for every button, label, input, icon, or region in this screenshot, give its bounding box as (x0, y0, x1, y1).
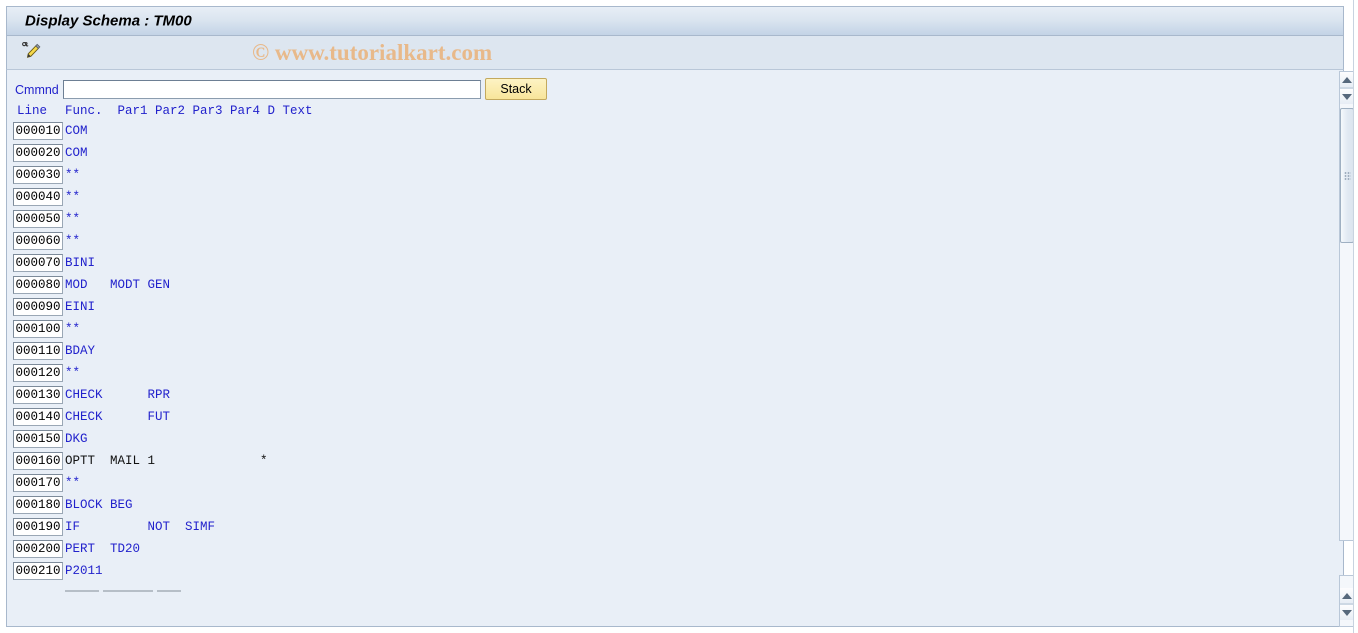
table-row: BDAY (7, 342, 1327, 364)
partial-field-3 (157, 590, 181, 592)
partial-field-2 (103, 590, 153, 592)
row-line-number-input[interactable] (13, 364, 63, 382)
row-content: COM (65, 146, 88, 160)
row-content: ** (65, 366, 81, 380)
table-row: COM (7, 122, 1327, 144)
row-content: MOD MODT GEN (65, 278, 171, 292)
row-content: ** (65, 322, 81, 336)
row-line-number-input[interactable] (13, 122, 63, 140)
scroll-down-arrow-icon (1342, 609, 1352, 616)
table-row: ** (7, 166, 1327, 188)
row-line-number-input[interactable] (13, 144, 63, 162)
scroll-up-button-secondary[interactable] (1340, 588, 1354, 604)
page-right-edge (1353, 0, 1358, 633)
table-row: P2011 (7, 562, 1327, 584)
row-line-number-input[interactable] (13, 562, 63, 580)
table-row: PERT TD20 (7, 540, 1327, 562)
row-content: CHECK FUT (65, 410, 171, 424)
table-row: COM (7, 144, 1327, 166)
scrollbar-grip-icon (1344, 171, 1351, 180)
row-content: ** (65, 212, 81, 226)
row-line-number-input[interactable] (13, 276, 63, 294)
row-line-number-input[interactable] (13, 386, 63, 404)
table-row: ** (7, 188, 1327, 210)
scroll-up-arrow-icon (1342, 592, 1352, 599)
schema-editor-body: Cmmnd Stack Line Func. Par1 Par2 Par3 Pa… (6, 70, 1344, 627)
row-line-number-input[interactable] (13, 430, 63, 448)
row-line-number-input[interactable] (13, 540, 63, 558)
row-content: BDAY (65, 344, 96, 358)
row-content: DKG (65, 432, 88, 446)
scrollbar-thumb[interactable] (1340, 108, 1354, 243)
table-row: BLOCK BEG (7, 496, 1327, 518)
row-line-number-input[interactable] (13, 320, 63, 338)
schema-rows: COM COM ** ** ** ** BINI MOD MODT GEN EINI ** BDAY… (7, 122, 1327, 584)
scroll-down-button-secondary[interactable] (1340, 604, 1354, 620)
row-content: ** (65, 476, 81, 490)
row-line-number-input[interactable] (13, 342, 63, 360)
schema-lines-grid: Line Func. Par1 Par2 Par3 Par4 D Text CO… (7, 104, 1327, 594)
row-line-number-input[interactable] (13, 166, 63, 184)
row-line-number-input[interactable] (13, 254, 63, 272)
table-row: CHECK FUT (7, 408, 1327, 430)
row-content: BINI (65, 256, 96, 270)
scroll-up-arrow-icon (1342, 76, 1352, 83)
command-input[interactable] (63, 80, 481, 99)
table-row: MOD MODT GEN (7, 276, 1327, 298)
row-line-number-input[interactable] (13, 518, 63, 536)
table-row: ** (7, 232, 1327, 254)
sap-display-schema-window: Display Schema : TM00 © www.tutorialkart… (0, 0, 1358, 633)
command-field-label: Cmmnd (15, 83, 59, 97)
application-toolbar: © www.tutorialkart.com (6, 36, 1344, 70)
table-row: ** (7, 210, 1327, 232)
row-line-number-input[interactable] (13, 496, 63, 514)
row-line-number-input[interactable] (13, 232, 63, 250)
table-row: ** (7, 474, 1327, 496)
row-content: PERT TD20 (65, 542, 141, 556)
stack-button[interactable]: Stack (485, 78, 547, 100)
table-row: BINI (7, 254, 1327, 276)
row-content: IF NOT SIMF (65, 520, 216, 534)
table-row-partial (7, 584, 1327, 594)
column-header-line: Line (17, 104, 48, 118)
row-content: ** (65, 168, 81, 182)
row-line-number-input[interactable] (13, 188, 63, 206)
row-content: CHECK RPR (65, 388, 171, 402)
row-content: COM (65, 124, 88, 138)
table-row: ** (7, 320, 1327, 342)
table-row: CHECK RPR (7, 386, 1327, 408)
table-row: DKG (7, 430, 1327, 452)
site-watermark: © www.tutorialkart.com (252, 39, 493, 65)
scroll-down-arrow-icon (1342, 93, 1352, 100)
row-content: EINI (65, 300, 96, 314)
change-mode-button[interactable] (14, 40, 50, 65)
table-row: OPTT MAIL 1 * (7, 452, 1327, 474)
window-title-bar: Display Schema : TM00 (6, 6, 1344, 36)
row-line-number-input[interactable] (13, 452, 63, 470)
grid-column-headers: Line Func. Par1 Par2 Par3 Par4 D Text (7, 104, 1327, 122)
table-row: EINI (7, 298, 1327, 320)
row-line-number-input[interactable] (13, 210, 63, 228)
row-line-number-input[interactable] (13, 474, 63, 492)
page-title: Display Schema : TM00 (25, 12, 192, 30)
row-content: BLOCK BEG (65, 498, 133, 512)
table-row: ** (7, 364, 1327, 386)
row-content: ** (65, 190, 81, 204)
pencil-edit-icon (21, 40, 43, 65)
partial-field-1 (65, 590, 99, 592)
row-line-number-input[interactable] (13, 408, 63, 426)
row-content: OPTT MAIL 1 * (65, 454, 268, 468)
column-headers-rest: Func. Par1 Par2 Par3 Par4 D Text (65, 104, 313, 118)
row-content: P2011 (65, 564, 103, 578)
scroll-up-button[interactable] (1340, 72, 1354, 88)
scroll-down-button[interactable] (1340, 88, 1354, 104)
row-line-number-input[interactable] (13, 298, 63, 316)
table-row: IF NOT SIMF (7, 518, 1327, 540)
row-content: ** (65, 234, 81, 248)
